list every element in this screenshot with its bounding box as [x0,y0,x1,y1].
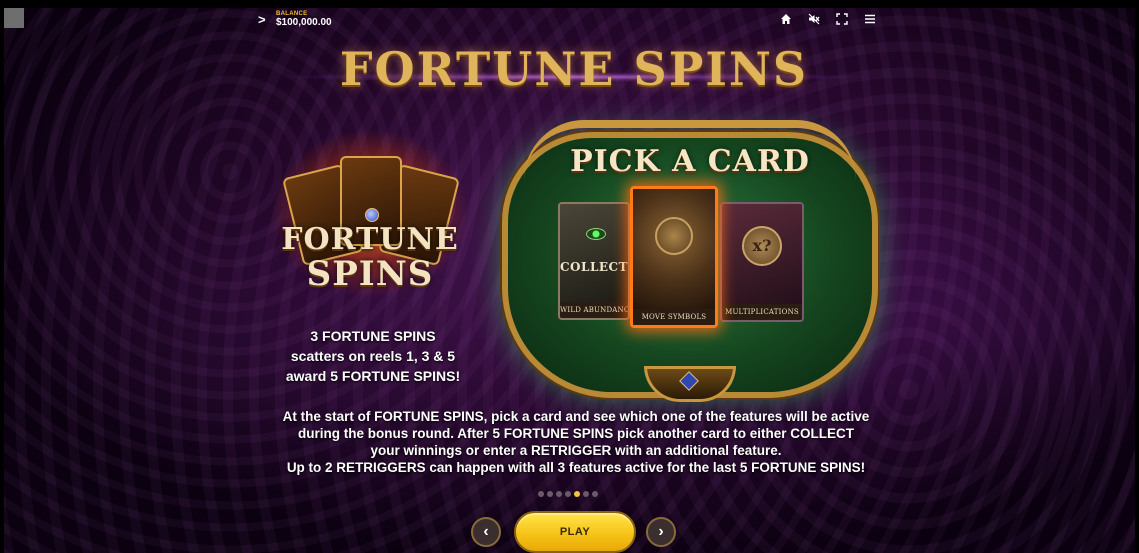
pager-dot[interactable] [547,491,553,497]
card-move-symbols-selected: MOVE SYMBOLS [630,186,718,328]
page-indicator [538,491,598,497]
pager-dot[interactable] [565,491,571,497]
logo-text-line2: SPINS [306,254,434,294]
pick-a-card-frame: PICK A CARD COLLECT WILD ABUNDANCE x? MU… [494,120,886,408]
card-caption: MULTIPLICATIONS [722,304,802,320]
eye-icon [586,228,606,240]
expand-menu-button[interactable]: > [258,12,266,27]
scatter-rule-text: 3 FORTUNE SPINS scatters on reels 1, 3 &… [254,326,492,386]
pager-dot[interactable] [592,491,598,497]
card-collect-label: COLLECT [560,260,629,274]
scatter-line: award 5 FORTUNE SPINS! [285,368,461,384]
card-collect: COLLECT WILD ABUNDANCE [558,202,630,320]
play-button[interactable]: PLAY [514,511,636,553]
logo-gem-icon [365,208,379,222]
feature-description: At the start of FORTUNE SPINS, pick a ca… [248,408,904,476]
multiplier-coin-icon: x? [742,226,782,266]
description-line: Up to 2 RETRIGGERS can happen with all 3… [286,460,866,475]
hamburger-menu-icon[interactable] [862,11,878,27]
top-bar: > BALANCE $100,000.00 [4,8,1135,38]
scatter-line: 3 FORTUNE SPINS [310,328,436,344]
top-icons [778,11,878,27]
next-page-button[interactable]: › [646,517,676,547]
description-line: At the start of FORTUNE SPINS, pick a ca… [282,409,870,424]
balance-display: BALANCE $100,000.00 [276,11,332,28]
page-title: FORTUNE SPINS [339,42,809,96]
pager-dot[interactable] [583,491,589,497]
card-caption: WILD ABUNDANCE [560,302,628,318]
pager-dot[interactable] [538,491,544,497]
fortune-spins-logo: FORTUNE SPINS [260,118,480,308]
description-line: your winnings or enter a RETRIGGER with … [370,443,782,458]
sound-off-icon[interactable] [806,11,822,27]
home-icon[interactable] [778,11,794,27]
description-line: during the bonus round. After 5 FORTUNE … [297,426,855,441]
scatter-line: scatters on reels 1, 3 & 5 [290,348,456,364]
pick-a-card-title: PICK A CARD [570,144,810,179]
title-banner: FORTUNE SPINS [274,42,874,102]
previous-page-button[interactable]: ‹ [471,517,501,547]
balance-value: $100,000.00 [276,17,332,28]
card-art [560,204,628,302]
symbol-coin-icon [655,217,693,255]
pager-dot[interactable] [574,491,580,497]
card-caption: MOVE SYMBOLS [633,309,715,325]
pager-dot[interactable] [556,491,562,497]
corner-block [4,8,24,28]
fullscreen-icon[interactable] [834,11,850,27]
card-multiplications: x? MULTIPLICATIONS [720,202,804,322]
game-stage: > BALANCE $100,000.00 FORTUNE SPINS FORT… [4,8,1135,553]
logo-text-line1: FORTUNE [281,222,459,257]
